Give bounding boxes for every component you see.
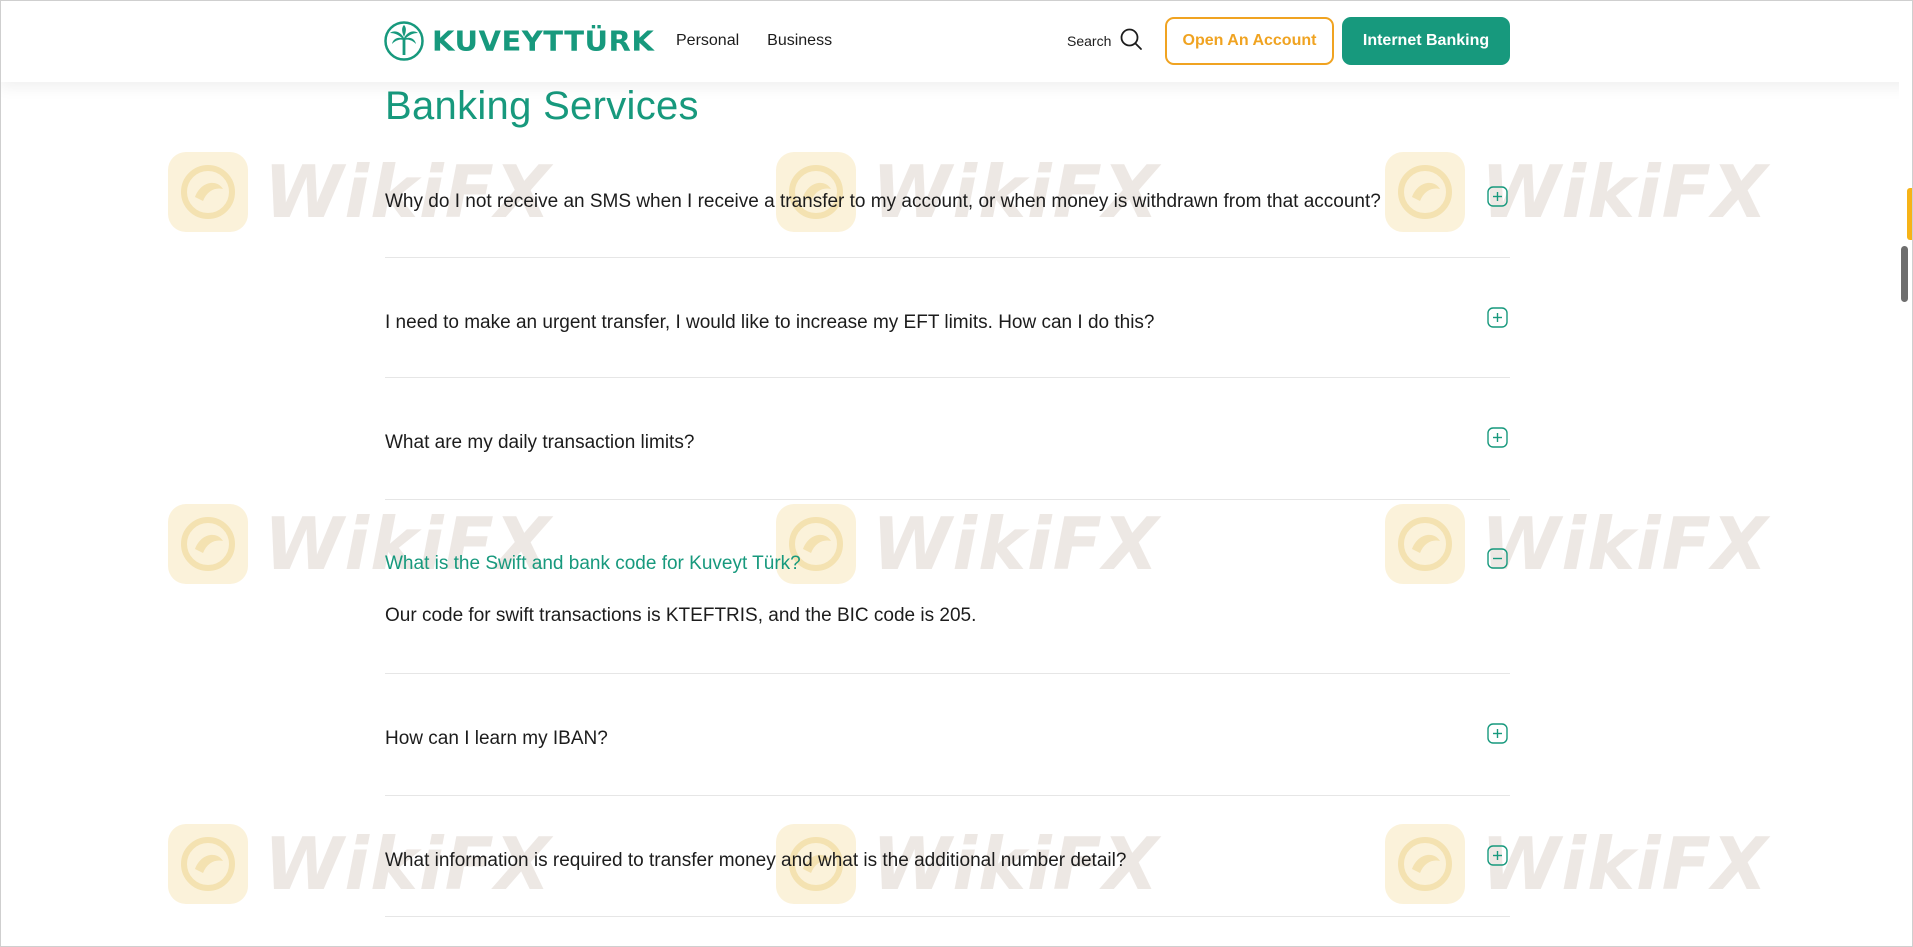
faq-question[interactable]: Why do I not receive an SMS when I recei… bbox=[385, 190, 1381, 214]
brand-logo[interactable]: KUVEYTTÜRK bbox=[384, 20, 654, 62]
faq-divider bbox=[385, 916, 1510, 917]
faq-divider bbox=[385, 499, 1510, 500]
brand-wordmark: KUVEYTTÜRK bbox=[432, 24, 655, 57]
search-label: Search bbox=[1067, 33, 1112, 49]
faq-question-expanded[interactable]: What is the Swift and bank code for Kuve… bbox=[385, 552, 801, 576]
scrollbar-thumb[interactable] bbox=[1901, 246, 1908, 302]
plus-square-icon[interactable] bbox=[1487, 723, 1508, 744]
minus-square-icon[interactable] bbox=[1487, 548, 1508, 569]
scrollbar-track[interactable] bbox=[1899, 0, 1913, 947]
faq-answer: Our code for swift transactions is KTEFT… bbox=[385, 605, 977, 626]
watermark-logo-icon bbox=[168, 152, 248, 232]
plus-square-icon[interactable] bbox=[1487, 307, 1508, 328]
search-icon bbox=[1119, 27, 1143, 56]
plus-square-icon[interactable] bbox=[1487, 845, 1508, 866]
faq-question[interactable]: How can I learn my IBAN? bbox=[385, 727, 608, 751]
faq-divider bbox=[385, 673, 1510, 674]
watermark-logo-icon bbox=[168, 504, 248, 584]
watermark-logo-icon bbox=[168, 824, 248, 904]
open-account-button[interactable]: Open An Account bbox=[1165, 17, 1334, 65]
faq-divider bbox=[385, 377, 1510, 378]
nav-personal[interactable]: Personal bbox=[676, 32, 739, 50]
faq-question[interactable]: What information is required to transfer… bbox=[385, 849, 1126, 873]
faq-divider bbox=[385, 795, 1510, 796]
faq-question[interactable]: What are my daily transaction limits? bbox=[385, 431, 694, 455]
faq-divider bbox=[385, 257, 1510, 258]
internet-banking-button[interactable]: Internet Banking bbox=[1342, 17, 1510, 65]
scroll-accent-marker bbox=[1907, 188, 1913, 240]
search-button[interactable]: Search bbox=[1067, 0, 1143, 82]
faq-question[interactable]: I need to make an urgent transfer, I wou… bbox=[385, 311, 1155, 335]
palm-tree-icon bbox=[384, 21, 424, 61]
main-nav: Personal Business bbox=[676, 0, 832, 82]
plus-square-icon[interactable] bbox=[1487, 186, 1508, 207]
nav-business[interactable]: Business bbox=[767, 32, 832, 50]
faq-list: Why do I not receive an SMS when I recei… bbox=[385, 0, 1510, 947]
plus-square-icon[interactable] bbox=[1487, 427, 1508, 448]
site-header: KUVEYTTÜRK Personal Business Search Open… bbox=[0, 0, 1913, 82]
